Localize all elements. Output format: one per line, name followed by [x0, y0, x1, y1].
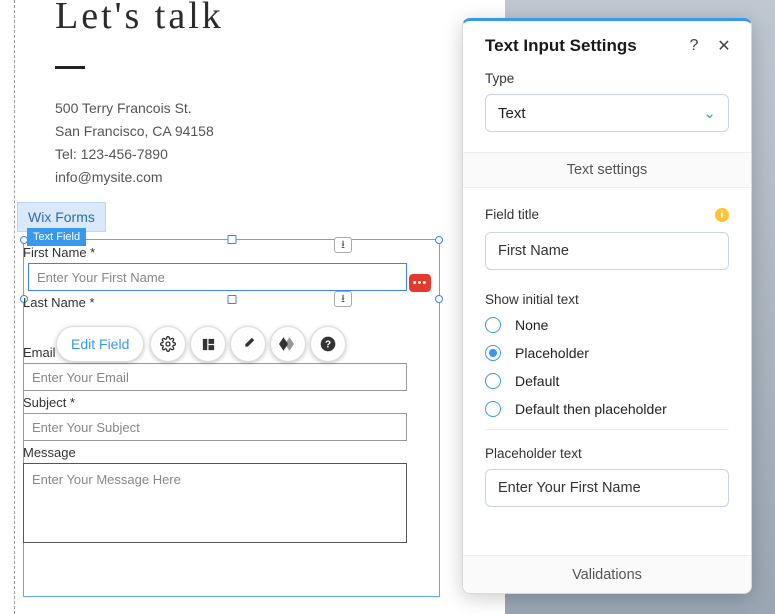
message-label: Message — [23, 445, 440, 460]
subject-label: Subject * — [23, 395, 440, 410]
address-line-1: 500 Terry Francois St. — [55, 97, 505, 120]
radio-none[interactable]: None — [485, 317, 729, 333]
radio-label: Default — [515, 373, 559, 389]
tab-validations[interactable]: Validations — [463, 555, 751, 593]
resize-handle[interactable] — [435, 236, 443, 244]
design-icon[interactable] — [230, 326, 266, 362]
settings-panel: Text Input Settings ? ✕ Type Text ⌄ Text… — [462, 18, 752, 594]
message-textarea[interactable]: Enter Your Message Here — [23, 463, 407, 543]
type-label: Type — [463, 71, 751, 94]
close-icon[interactable]: ✕ — [713, 35, 735, 57]
text-field-badge: Text Field — [27, 228, 86, 246]
type-value: Text — [498, 105, 526, 122]
placeholder-input[interactable]: Enter Your First Name — [485, 469, 729, 507]
error-badge[interactable]: ••• — [409, 274, 431, 292]
radio-default[interactable]: Default — [485, 373, 729, 389]
type-select[interactable]: Text ⌄ — [485, 94, 729, 132]
divider — [55, 66, 85, 69]
edit-field-button[interactable]: Edit Field — [56, 326, 144, 362]
radio-label: None — [515, 317, 548, 333]
email: info@mysite.com — [55, 166, 505, 189]
first-name-label: First Name * — [23, 245, 440, 260]
info-icon[interactable]: i — [715, 208, 729, 222]
address-line-2: San Francisco, CA 94158 — [55, 120, 505, 143]
chevron-down-icon: ⌄ — [703, 104, 716, 122]
email-input[interactable]: Enter Your Email — [23, 363, 407, 391]
page-heading: Let's talk — [55, 0, 505, 38]
svg-text:?: ? — [325, 339, 331, 350]
settings-icon[interactable] — [150, 326, 186, 362]
subject-input[interactable]: Enter Your Subject — [23, 413, 407, 441]
layout-icon[interactable] — [190, 326, 226, 362]
resize-handle[interactable] — [227, 235, 236, 244]
download-icon[interactable]: ⭳ — [334, 237, 352, 253]
placeholder-label: Placeholder text — [485, 446, 729, 461]
field-title-input[interactable]: First Name — [485, 232, 729, 270]
animation-icon[interactable] — [270, 326, 306, 362]
radio-default-then-ph[interactable]: Default then placeholder — [485, 401, 729, 417]
phone: Tel: 123-456-7890 — [55, 143, 505, 166]
field-title-label: Field title — [485, 207, 539, 222]
radio-placeholder[interactable]: Placeholder — [485, 345, 729, 361]
panel-help-icon[interactable]: ? — [683, 35, 705, 57]
radio-label: Placeholder — [515, 345, 589, 361]
field-toolbar: Edit Field ? — [56, 326, 350, 362]
tab-text-settings[interactable]: Text settings — [463, 152, 751, 188]
initial-text-label: Show initial text — [485, 292, 729, 307]
last-name-label: Last Name * — [23, 295, 440, 310]
first-name-input[interactable]: Enter Your First Name — [28, 263, 407, 291]
download-icon[interactable]: ⭳ — [334, 291, 352, 307]
help-icon[interactable]: ? — [310, 326, 346, 362]
radio-label: Default then placeholder — [515, 401, 667, 417]
panel-title: Text Input Settings — [485, 36, 675, 56]
contact-block: 500 Terry Francois St. San Francisco, CA… — [55, 97, 505, 189]
